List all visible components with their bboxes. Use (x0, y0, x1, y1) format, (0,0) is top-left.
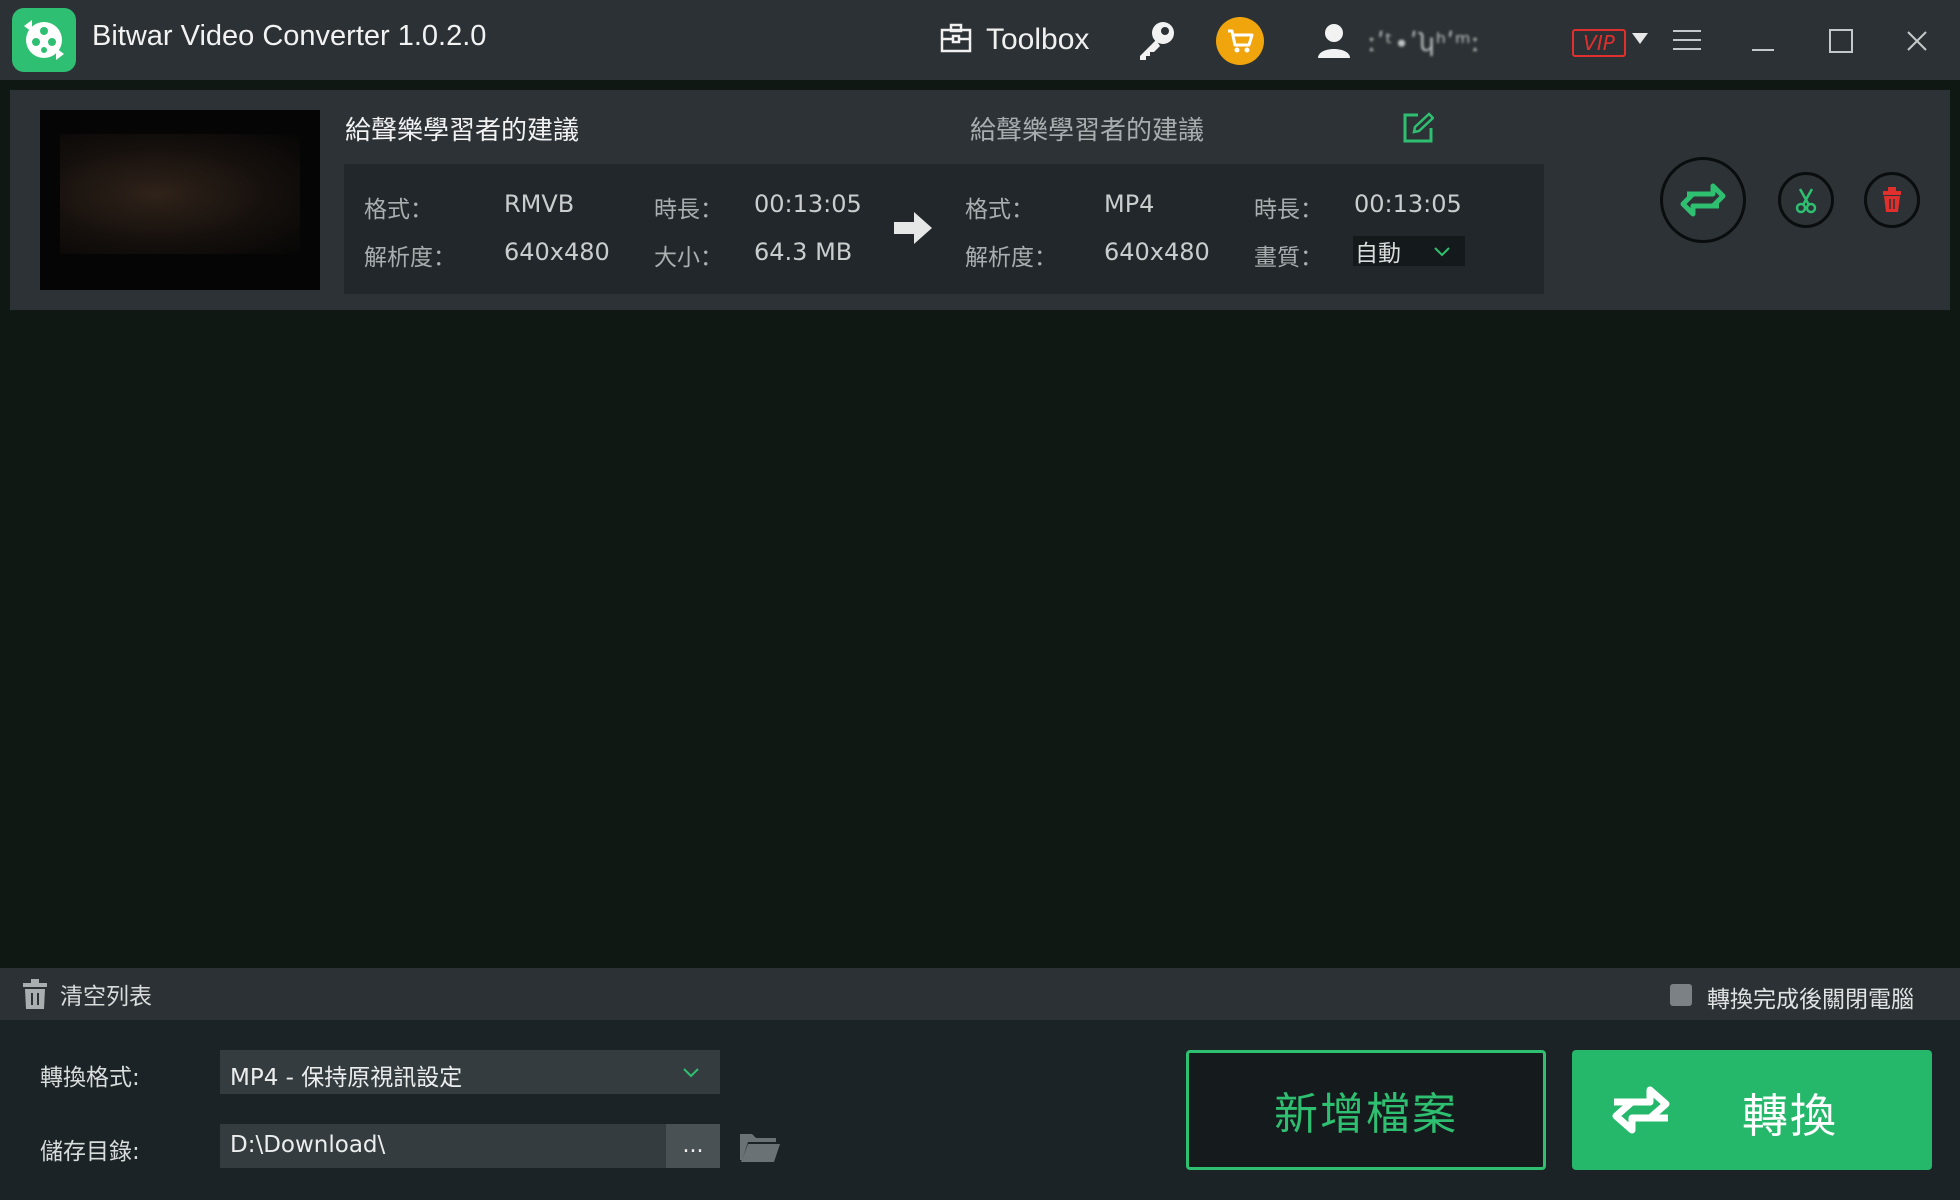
browse-button[interactable]: ... (666, 1124, 720, 1168)
output-quality-label: 畫質： (1254, 245, 1323, 271)
convert-arrows-icon (1612, 1086, 1670, 1134)
output-duration-label: 時長： (1254, 197, 1323, 223)
clear-list-button[interactable]: 清空列表 (22, 976, 152, 1012)
convert-format-value: MP4 - 保持原視訊設定 (230, 1065, 463, 1091)
trash-icon (23, 979, 47, 1009)
convert-format-select[interactable]: MP4 - 保持原視訊設定 (220, 1050, 720, 1094)
account-dropdown-icon[interactable] (1632, 33, 1648, 44)
maximize-icon[interactable] (1826, 26, 1856, 56)
menu-icon[interactable] (1672, 28, 1702, 52)
delete-button[interactable] (1864, 172, 1920, 228)
chevron-down-icon (1434, 247, 1450, 257)
output-dir-value: D:\Download\ (230, 1132, 386, 1158)
output-dir-label: 儲存目錄: (40, 1139, 140, 1165)
source-format-label: 格式： (364, 197, 433, 223)
edit-name-icon[interactable] (1402, 112, 1435, 144)
list-actions-bar (0, 968, 1960, 1020)
source-size-label: 大小： (654, 245, 723, 271)
minimize-icon[interactable] (1748, 26, 1778, 56)
convert-arrows-icon (1680, 183, 1726, 217)
toolbox-button[interactable]: Toolbox (940, 18, 1089, 62)
cart-icon (1228, 29, 1254, 53)
chevron-down-icon (683, 1068, 699, 1078)
app-title: Bitwar Video Converter 1.0.2.0 (92, 20, 487, 52)
trash-icon (1883, 187, 1901, 212)
username-label[interactable]: ːʹᵗ∙ʹʮʰʹᵐː (1368, 28, 1481, 57)
app-logo-icon (12, 8, 76, 72)
user-icon[interactable] (1314, 20, 1354, 60)
cut-button[interactable] (1778, 172, 1834, 228)
source-duration-label: 時長： (654, 197, 723, 223)
source-file-name: 給聲樂學習者的建議 (345, 116, 580, 146)
output-format-label: 格式： (965, 197, 1034, 223)
toolbox-label: Toolbox (986, 23, 1090, 56)
source-resolution-label: 解析度： (364, 245, 456, 271)
video-thumbnail (40, 110, 320, 290)
output-file-name[interactable]: 給聲樂學習者的建議 (970, 110, 1204, 147)
clear-list-label: 清空列表 (60, 984, 152, 1010)
convert-label: 轉換 (1742, 1089, 1838, 1143)
scissors-icon (1795, 188, 1817, 214)
source-size-value: 64.3 MB (754, 238, 853, 266)
vip-badge[interactable]: VIP (1572, 29, 1626, 57)
source-duration-value: 00:13:05 (754, 190, 862, 218)
output-resolution-label: 解析度： (965, 245, 1057, 271)
shutdown-checkbox[interactable] (1670, 984, 1692, 1006)
output-format-value: MP4 (1104, 190, 1155, 218)
arrow-right-icon (892, 210, 934, 246)
add-file-button[interactable]: 新增檔案 (1186, 1050, 1546, 1170)
cart-button[interactable] (1216, 17, 1264, 65)
convert-file-button[interactable] (1660, 157, 1746, 243)
file-info-panel (344, 164, 1544, 294)
output-duration-value: 00:13:05 (1354, 190, 1462, 218)
add-file-label: 新增檔案 (1274, 1089, 1458, 1140)
quality-select[interactable]: 自動 (1353, 236, 1465, 267)
convert-format-label: 轉換格式: (40, 1065, 140, 1091)
output-dir-input[interactable]: D:\Download\ (220, 1124, 666, 1168)
output-resolution-value: 640x480 (1104, 238, 1210, 266)
close-icon[interactable] (1902, 26, 1932, 56)
shutdown-label[interactable]: 轉換完成後關閉電腦 (1707, 980, 1914, 1014)
quality-value: 自動 (1355, 241, 1401, 267)
source-format-value: RMVB (504, 190, 575, 218)
toolbox-icon (940, 23, 972, 57)
source-resolution-value: 640x480 (504, 238, 610, 266)
key-icon[interactable] (1134, 18, 1180, 64)
folder-icon[interactable] (738, 1126, 782, 1166)
convert-button[interactable]: 轉換 (1572, 1050, 1932, 1170)
